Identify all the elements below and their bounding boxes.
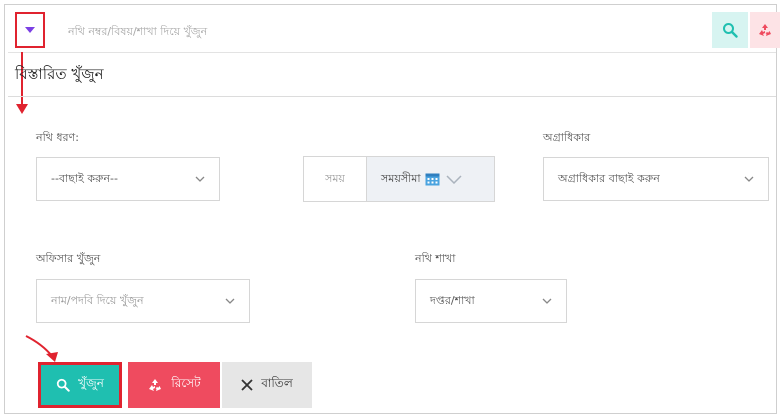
search-icon — [56, 378, 70, 392]
chevron-down-icon — [225, 298, 235, 304]
file-type-label: নথি ধরণ: — [36, 131, 79, 144]
panel-title: বিস্তারিত খুঁজুন — [15, 65, 104, 83]
cancel-button[interactable]: বাতিল — [222, 362, 312, 408]
search-button-label: খুঁজুন — [78, 376, 104, 390]
branch-label: নথি শাখা — [415, 252, 456, 265]
officer-select[interactable]: নাম/পদবি দিয়ে খুঁজুন — [36, 279, 250, 323]
file-type-value: --বাছাই করুন-- — [51, 171, 118, 185]
close-icon — [241, 379, 253, 391]
annotation-arrows — [16, 52, 58, 362]
officer-placeholder: নাম/পদবি দিয়ে খুঁজুন — [51, 293, 144, 307]
chevron-down-icon — [195, 176, 205, 182]
cancel-button-label: বাতিল — [261, 376, 293, 390]
recycle-icon — [149, 379, 162, 391]
reset-button[interactable]: রিসেট — [128, 362, 220, 408]
priority-select[interactable]: অগ্রাধিকার বাছাই করুন — [543, 157, 769, 201]
priority-value: অগ্রাধিকার বাছাই করুন — [558, 171, 660, 185]
date-range-picker[interactable]: সময় সময়সীমা — [303, 156, 495, 202]
branch-value: দপ্তর/শাখা — [430, 293, 475, 307]
date-range-button[interactable]: সময়সীমা — [367, 157, 494, 201]
file-type-select[interactable]: --বাছাই করুন-- — [36, 157, 220, 201]
calendar-icon — [425, 173, 440, 186]
divider — [8, 96, 776, 97]
officer-label: অফিসার খুঁজুন — [36, 252, 101, 265]
date-range-value: সময়সীমা — [381, 171, 421, 185]
branch-select[interactable]: দপ্তর/শাখা — [415, 279, 567, 323]
chevron-down-icon — [446, 174, 462, 184]
chevron-down-icon — [542, 298, 552, 304]
chevron-down-icon — [744, 176, 754, 182]
search-button[interactable]: খুঁজুন — [38, 362, 122, 408]
priority-label: অগ্রাধিকার — [543, 131, 591, 144]
reset-button-label: রিসেট — [171, 376, 201, 390]
date-label: সময় — [304, 157, 367, 201]
